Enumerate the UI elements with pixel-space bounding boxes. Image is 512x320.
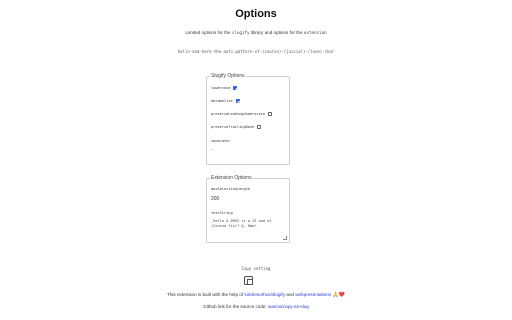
footer-source: Github link for the source code: wanna/c… bbox=[0, 304, 512, 309]
footer-link-slugify[interactable]: sindresorhus/slugify bbox=[244, 292, 285, 297]
footer-emoji: 🙏❤️ bbox=[332, 292, 345, 298]
copy-icon[interactable] bbox=[244, 276, 253, 285]
extension-options-legend: Extension Options bbox=[210, 175, 253, 181]
preserve-trailing-dash-label: preserveTrailingDash bbox=[211, 125, 255, 129]
slugify-options-legend: Slugify Options bbox=[210, 73, 246, 79]
decamelize-checkbox[interactable] bbox=[235, 99, 240, 103]
intro-lib-name: slugify bbox=[231, 30, 250, 35]
preserve-trailing-dash-checkbox[interactable] bbox=[257, 125, 262, 129]
footer-link-webpresentations[interactable]: webpresentations bbox=[295, 292, 331, 297]
page-title: Options bbox=[235, 8, 277, 20]
footer-source-link[interactable]: wanna/copy-as-slug bbox=[268, 304, 309, 309]
preserve-leading-underscore-checkbox[interactable] bbox=[268, 112, 273, 116]
separator-label: separator bbox=[211, 139, 231, 143]
intro-part1: Limited options for the bbox=[185, 30, 231, 35]
footer-built-prefix: This extension is built with the help of bbox=[167, 292, 244, 297]
textarea-resize-handle[interactable] bbox=[283, 236, 287, 240]
lowercase-checkbox[interactable] bbox=[233, 86, 238, 90]
intro-ext-name: extension bbox=[303, 30, 327, 35]
decamelize-option[interactable]: decamelize bbox=[211, 99, 240, 103]
max-selection-length-label: maxSelectionLength bbox=[211, 187, 250, 191]
lowercase-option[interactable]: lowercase bbox=[211, 86, 238, 90]
slugify-options-fieldset: Slugify Options lowercase decamelize pre… bbox=[206, 73, 290, 165]
separator-input[interactable]: - bbox=[211, 147, 251, 153]
preserve-leading-underscore-label: preserveLeadingUnderscore bbox=[211, 112, 266, 116]
intro-part2: library and options for the bbox=[250, 30, 303, 35]
footer-and: and bbox=[286, 292, 294, 297]
intro-text: Limited options for the slugify library … bbox=[0, 30, 512, 35]
preserve-leading-underscore-option[interactable]: preserveLeadingUnderscore bbox=[211, 112, 273, 116]
decamelize-label: decamelize bbox=[211, 99, 233, 103]
lowercase-label: lowercase bbox=[211, 86, 231, 90]
footer-credits: This extension is built with the help of… bbox=[0, 292, 512, 298]
test-string-label: testString bbox=[211, 211, 233, 215]
max-selection-length-input[interactable]: 200 bbox=[211, 196, 251, 202]
preserve-trailing-dash-option[interactable]: preserveTrailingDash bbox=[211, 125, 262, 129]
sample-slug-text: hello-and-here-the-anti-pattern-of-(cour… bbox=[177, 49, 335, 54]
copy-setting-label: Copy setting bbox=[241, 266, 271, 271]
test-string-textarea[interactable]: _Hello & 0992 is a JS and of (Course fix… bbox=[211, 219, 285, 239]
extension-options-fieldset: Extension Options maxSelectionLength 200… bbox=[206, 175, 290, 243]
footer-source-prefix: Github link for the source code: bbox=[203, 304, 267, 309]
